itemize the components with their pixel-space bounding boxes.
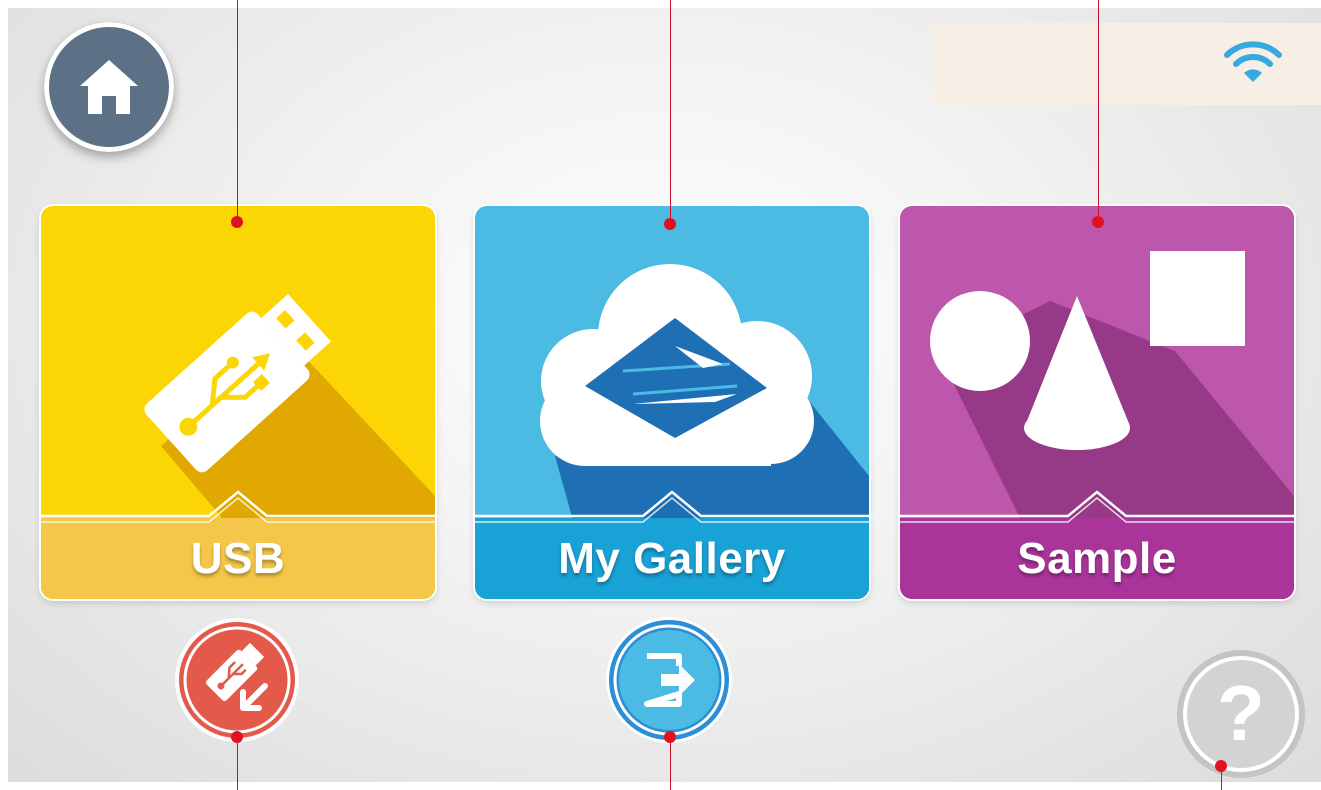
my-gallery-tile[interactable]: My Gallery — [475, 206, 869, 599]
usb-tile-label: USB — [190, 534, 286, 583]
help-glyph: ? — [1217, 669, 1265, 757]
callout-line-usb — [237, 0, 238, 222]
callout-dot-export — [664, 731, 676, 743]
help-button[interactable]: ? — [1175, 648, 1307, 780]
usb-import-button[interactable] — [173, 616, 301, 744]
callout-dot-usb — [231, 216, 243, 228]
usb-tile[interactable]: USB — [41, 206, 435, 599]
callout-line-export — [670, 737, 671, 790]
callout-dot-help — [1215, 760, 1227, 772]
export-icon — [606, 617, 732, 743]
usb-import-icon — [175, 618, 299, 742]
callout-dot-gallery — [664, 218, 676, 230]
export-button[interactable] — [605, 616, 733, 744]
status-bar — [933, 23, 1321, 105]
sample-tile[interactable]: Sample — [900, 206, 1294, 599]
callout-line-gallery — [670, 0, 671, 224]
wifi-icon — [1224, 41, 1282, 82]
screen: USB My Gallery Sample ? — [8, 8, 1321, 782]
home-icon — [80, 60, 138, 114]
callout-line-usb-import — [237, 737, 238, 790]
callout-dot-sample — [1092, 216, 1104, 228]
help-icon: ? — [1177, 650, 1305, 778]
callout-dot-usb-import — [231, 731, 243, 743]
my-gallery-tile-label: My Gallery — [558, 534, 786, 583]
home-button[interactable] — [44, 22, 174, 152]
sample-tile-label: Sample — [1017, 534, 1177, 583]
callout-line-sample — [1098, 0, 1099, 222]
